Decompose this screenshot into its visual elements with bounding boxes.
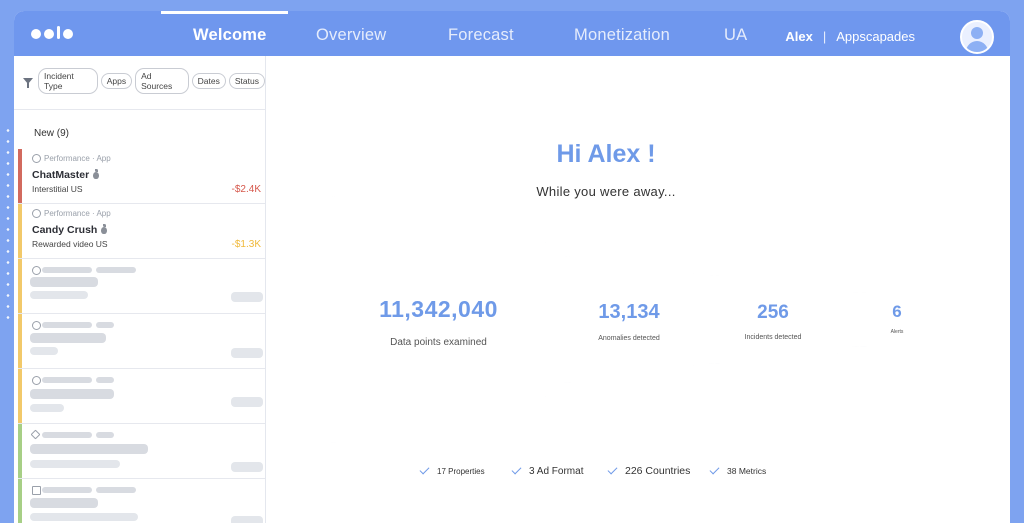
tab-welcome[interactable]: Welcome <box>193 26 267 45</box>
user-name[interactable]: Alex <box>785 29 812 44</box>
incident-severity-bar <box>18 424 22 478</box>
apple-icon <box>101 223 108 234</box>
tab-ua[interactable]: UA <box>724 26 747 45</box>
stat-card-alerts: 6 Alerts <box>851 292 943 347</box>
stat-value: 6 <box>892 302 902 321</box>
filter-bar: Incident Type Apps Ad Sources Dates Stat… <box>23 68 265 94</box>
incident-item[interactable]: Performance · App ChatMaster Interstitia… <box>18 149 265 204</box>
scissors-icon <box>32 486 41 495</box>
org-name[interactable]: Appscapades <box>836 29 915 44</box>
app-window: Welcome Overview Forecast Monetization U… <box>14 11 1010 523</box>
performance-icon <box>32 321 41 330</box>
filter-chip-dates[interactable]: Dates <box>191 73 226 89</box>
incident-severity-bar <box>18 204 22 258</box>
stat-card-data-points: 11,342,040 Data points examined <box>331 196 546 443</box>
summary-row: 17 Properties 3 Ad Format 226 Countries … <box>419 464 790 477</box>
incident-severity-bar <box>18 149 22 203</box>
incident-placeholder-item[interactable] <box>18 314 265 369</box>
new-incidents-header: New (9) <box>34 128 70 139</box>
incident-severity-bar <box>18 479 22 523</box>
filter-chip-status[interactable]: Status <box>228 73 265 89</box>
greeting-subtitle: While you were away... <box>536 184 676 199</box>
incident-severity-bar <box>18 369 22 423</box>
filter-chip-apps[interactable]: Apps <box>100 73 133 89</box>
stat-label: Alerts <box>890 329 904 335</box>
incident-app-name: Candy Crush <box>32 224 98 236</box>
stat-label: Anomalies detected <box>598 335 660 342</box>
stat-value: 13,134 <box>598 301 660 323</box>
tab-forecast[interactable]: Forecast <box>448 26 514 45</box>
tab-monetization[interactable]: Monetization <box>574 26 670 45</box>
summary-item: 226 Countries <box>607 464 710 477</box>
incident-amount: -$2.4K <box>231 184 261 195</box>
check-icon <box>419 464 430 475</box>
tab-overview[interactable]: Overview <box>316 26 386 45</box>
active-tab-indicator <box>161 11 288 14</box>
performance-icon <box>32 209 41 218</box>
stat-label: Incidents detected <box>744 334 802 341</box>
incident-placeholder-item[interactable] <box>18 369 265 424</box>
filter-chip-incident-type[interactable]: Incident Type <box>38 68 98 94</box>
stat-label: Data points examined <box>390 337 487 348</box>
top-nav-bar: Welcome Overview Forecast Monetization U… <box>14 11 1010 56</box>
apple-icon <box>93 168 100 179</box>
welcome-panel: Hi Alex ! While you were away... 11,342,… <box>266 56 1010 523</box>
incident-amount: -$1.3K <box>231 239 261 250</box>
avatar[interactable] <box>960 20 994 54</box>
incident-app-name: ChatMaster <box>32 169 90 181</box>
incident-severity-bar <box>18 259 22 313</box>
incident-placeholder-item[interactable] <box>18 259 265 314</box>
divider <box>14 109 265 110</box>
performance-icon <box>32 376 41 385</box>
incident-placeholder-item[interactable] <box>18 424 265 479</box>
incident-placeholder-item[interactable] <box>18 479 265 523</box>
incident-subtitle: Rewarded video US <box>32 239 108 249</box>
incident-subtitle: Interstitial US <box>32 184 83 194</box>
filter-chip-ad-sources[interactable]: Ad Sources <box>135 68 189 94</box>
stat-card-incidents: 256 Incidents detected <box>708 275 838 364</box>
incidents-sidebar: Incident Type Apps Ad Sources Dates Stat… <box>14 56 266 523</box>
user-icon <box>971 27 983 39</box>
summary-item: 3 Ad Format <box>511 464 608 477</box>
performance-icon <box>32 154 41 163</box>
incident-severity-bar <box>18 314 22 368</box>
check-icon <box>511 464 522 475</box>
decorative-dot-strip <box>6 125 10 325</box>
wrench-icon <box>30 429 41 440</box>
filter-icon[interactable] <box>23 78 33 88</box>
user-org-info: Alex | Appscapades <box>785 29 915 44</box>
greeting-title: Hi Alex ! <box>556 140 656 168</box>
check-icon <box>709 464 720 475</box>
stat-value: 11,342,040 <box>379 296 498 322</box>
stat-card-anomalies: 13,134 Anomalies detected <box>564 256 694 383</box>
stat-value: 256 <box>757 302 789 323</box>
summary-item: 17 Properties <box>419 464 512 476</box>
incident-item[interactable]: Performance · App Candy Crush Rewarded v… <box>18 204 265 259</box>
summary-item: 38 Metrics <box>709 464 790 476</box>
app-logo <box>31 26 73 39</box>
performance-icon <box>32 266 41 275</box>
check-icon <box>607 464 618 475</box>
